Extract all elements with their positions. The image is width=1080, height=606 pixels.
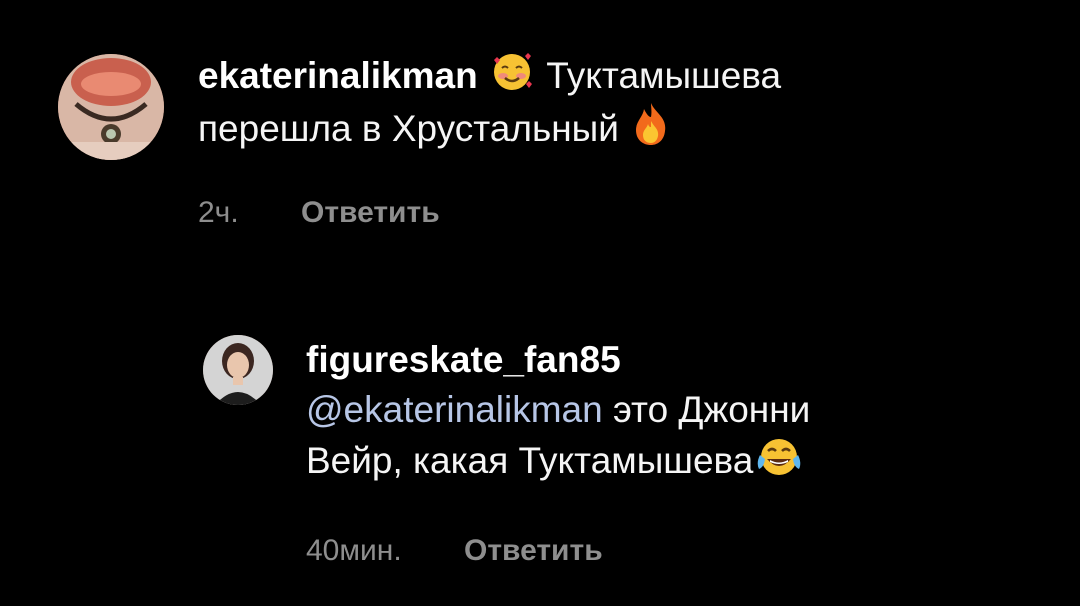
comment-text-line-1: Туктамышева [546,55,782,96]
comment-item: ekaterinalikman Туктамышева перешла в Хр… [0,0,1080,260]
smiling-face-with-hearts-icon [490,50,534,94]
reply-username[interactable]: figureskate_fan85 [306,339,621,380]
fire-icon [631,101,671,147]
reply-text-part-1: это Джонни [612,389,811,430]
face-with-tears-of-joy-icon [755,435,803,479]
comment-timestamp: 2ч. [198,196,239,229]
avatar[interactable] [203,335,273,405]
comment-text-line-2: перешла в Хрустальный [198,108,619,149]
comment-meta: 2ч. Ответить [198,196,440,230]
comment-text: ekaterinalikman Туктамышева перешла в Хр… [198,50,1018,154]
reply-button[interactable]: Ответить [301,196,440,230]
reply-button[interactable]: Ответить [464,534,603,568]
reply-meta: 40мин. Ответить [306,534,603,568]
reply-text-part-2: Вейр, какая Туктамышева [306,440,754,481]
reply-text: figureskate_fan85 @ekaterinalikman это Д… [306,335,1046,486]
mention-link[interactable]: @ekaterinalikman [306,389,603,430]
reply-timestamp: 40мин. [306,534,402,567]
avatar[interactable] [58,54,164,160]
comment-username[interactable]: ekaterinalikman [198,55,478,96]
